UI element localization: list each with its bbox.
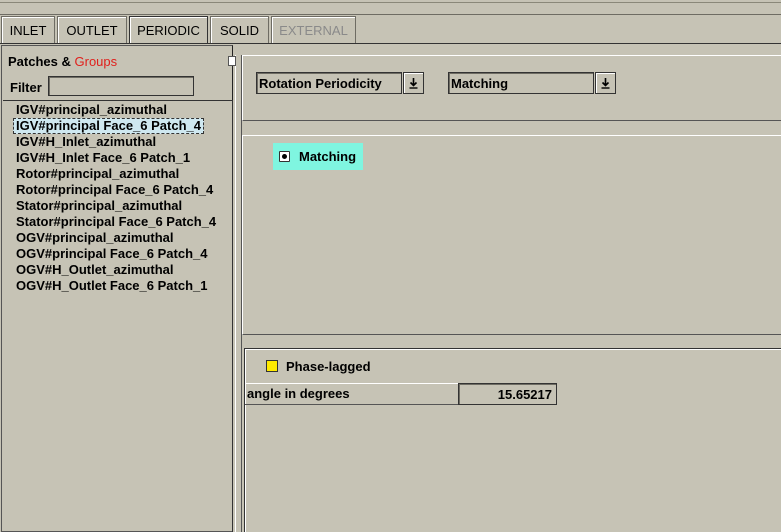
panel-splitter[interactable] xyxy=(235,55,242,532)
list-item[interactable]: Rotor#principal_azimuthal xyxy=(16,166,179,182)
tab-periodic[interactable]: PERIODIC xyxy=(129,16,208,44)
list-item-selected[interactable]: IGV#principal Face_6 Patch_4 xyxy=(13,118,204,134)
list-item[interactable]: Rotor#principal Face_6 Patch_4 xyxy=(16,182,213,198)
angle-value: 15.65217 xyxy=(497,387,552,402)
top-toolbar-strip xyxy=(0,0,781,15)
matching-radio[interactable] xyxy=(279,151,290,162)
list-item[interactable]: IGV#H_Inlet Face_6 Patch_1 xyxy=(16,150,190,166)
tab-baseline xyxy=(0,43,781,44)
filter-input[interactable] xyxy=(48,76,194,96)
phase-lagged-checkbox[interactable] xyxy=(266,360,278,372)
list-item[interactable]: IGV#principal_azimuthal xyxy=(16,102,167,118)
list-item[interactable]: Stator#principal Face_6 Patch_4 xyxy=(16,214,216,230)
phase-lagged-panel-inner xyxy=(245,349,781,532)
patches-title: Patches & Groups xyxy=(8,54,117,69)
tab-inlet[interactable]: INLET xyxy=(1,16,55,43)
list-item[interactable]: OGV#H_Outlet Face_6 Patch_1 xyxy=(16,278,207,294)
phase-lagged-label[interactable]: Phase-lagged xyxy=(286,359,371,374)
matching-radio-label[interactable]: Matching xyxy=(299,149,356,164)
splitter-handle[interactable] xyxy=(228,56,236,66)
periodicity-type-value: Rotation Periodicity xyxy=(259,76,382,91)
arrow-down-bar-icon xyxy=(409,78,418,89)
groups-label[interactable]: Groups xyxy=(75,54,118,69)
list-item[interactable]: OGV#principal_azimuthal xyxy=(16,230,174,246)
periodicity-type-dropdown-button[interactable] xyxy=(403,72,424,94)
filter-label: Filter xyxy=(10,80,42,95)
arrow-down-bar-icon xyxy=(601,78,610,89)
matching-mode-dropdown-button[interactable] xyxy=(595,72,616,94)
patches-label: Patches & xyxy=(8,54,71,69)
list-item[interactable]: IGV#H_Inlet_azimuthal xyxy=(16,134,156,150)
tab-external: EXTERNAL xyxy=(271,16,356,43)
list-item[interactable]: OGV#principal Face_6 Patch_4 xyxy=(16,246,207,262)
matching-mode-value: Matching xyxy=(451,76,509,91)
tab-solid[interactable]: SOLID xyxy=(210,16,269,43)
list-item[interactable]: OGV#H_Outlet_azimuthal xyxy=(16,262,173,278)
angle-label: angle in degrees xyxy=(247,386,350,401)
tab-outlet[interactable]: OUTLET xyxy=(57,16,127,43)
list-item[interactable]: Stator#principal_azimuthal xyxy=(16,198,182,214)
